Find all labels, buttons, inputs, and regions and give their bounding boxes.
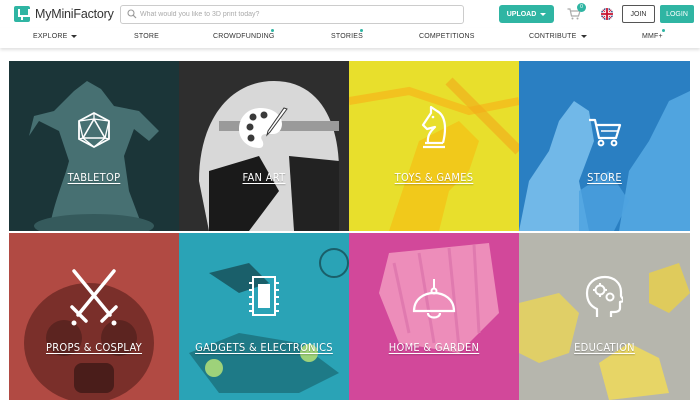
login-button[interactable]: LOGIN [660, 5, 694, 23]
tile-label: FAN ART [242, 171, 286, 184]
new-indicator-dot [360, 29, 363, 32]
nav-item-store[interactable]: STORE [134, 33, 159, 40]
main-nav: EXPLORE STORE CROWDFUNDING STORIES COMPE… [0, 28, 700, 48]
new-indicator-dot [271, 29, 274, 32]
upload-label: UPLOAD [506, 10, 537, 18]
nav-item-label: CONTRIBUTE [529, 33, 577, 40]
chevron-down-icon [540, 12, 547, 16]
new-indicator-dot [662, 29, 665, 32]
nav-item-stories[interactable]: STORIES [331, 33, 363, 40]
tile-education[interactable]: EDUCATION [519, 233, 690, 400]
d20-icon [78, 111, 110, 149]
shopping-cart-icon [589, 118, 622, 147]
uk-flag-icon[interactable] [601, 8, 613, 20]
tile-label: GADGETS & ELECTRONICS [195, 341, 333, 354]
tile-label: TABLETOP [67, 171, 121, 184]
logo-icon [14, 6, 30, 22]
chip-icon [249, 276, 279, 316]
tile-props-cosplay[interactable]: PROPS & COSPLAY [9, 233, 179, 400]
nav-item-mmf-plus[interactable]: MMF+ [642, 33, 663, 40]
search-input[interactable] [140, 7, 460, 22]
chevron-down-icon [580, 35, 587, 38]
cart-count-badge: 0 [577, 3, 586, 12]
top-header: MyMiniFactory UPLOAD 0 JOIN LOGIN [0, 0, 700, 28]
search-icon [127, 9, 137, 19]
category-grid: TABLETOP FAN ART TOYS & GAMES STORE PROP… [9, 61, 690, 400]
chess-knight-icon [421, 105, 447, 149]
site-logo[interactable]: MyMiniFactory [14, 6, 114, 22]
tile-label: PROPS & COSPLAY [45, 341, 143, 354]
head-gears-icon [585, 275, 623, 317]
tile-tabletop[interactable]: TABLETOP [9, 61, 179, 231]
nav-item-explore[interactable]: EXPLORE [33, 33, 78, 40]
join-button[interactable]: JOIN [622, 5, 655, 23]
nav-item-label: EXPLORE [33, 33, 68, 40]
nav-item-label: COMPETITIONS [419, 33, 475, 40]
nav-item-label: STORE [134, 33, 159, 40]
tile-toys-games[interactable]: TOYS & GAMES [349, 61, 519, 231]
nav-item-label: MMF+ [642, 33, 663, 40]
tile-home-garden[interactable]: HOME & GARDEN [349, 233, 519, 400]
search-box[interactable] [120, 5, 464, 24]
upload-button[interactable]: UPLOAD [499, 5, 554, 23]
tile-label: STORE [587, 171, 622, 184]
logo-text: MyMiniFactory [35, 7, 114, 21]
nav-item-competitions[interactable]: COMPETITIONS [419, 33, 475, 40]
nav-item-crowdfunding[interactable]: CROWDFUNDING [213, 33, 275, 40]
nav-item-contribute[interactable]: CONTRIBUTE [529, 33, 587, 40]
tile-gadgets-electronics[interactable]: GADGETS & ELECTRONICS [179, 233, 349, 400]
tile-fan-art[interactable]: FAN ART [179, 61, 349, 231]
crossed-swords-icon [70, 269, 118, 326]
pendant-lamp-icon [412, 279, 456, 319]
tile-store[interactable]: STORE [519, 61, 690, 231]
tile-label: HOME & GARDEN [388, 341, 480, 354]
nav-item-label: CROWDFUNDING [213, 33, 275, 40]
tile-label: TOYS & GAMES [394, 171, 474, 184]
palette-icon [239, 107, 288, 148]
nav-item-label: STORIES [331, 33, 364, 40]
chevron-down-icon [71, 35, 78, 38]
tile-label: EDUCATION [574, 341, 635, 354]
